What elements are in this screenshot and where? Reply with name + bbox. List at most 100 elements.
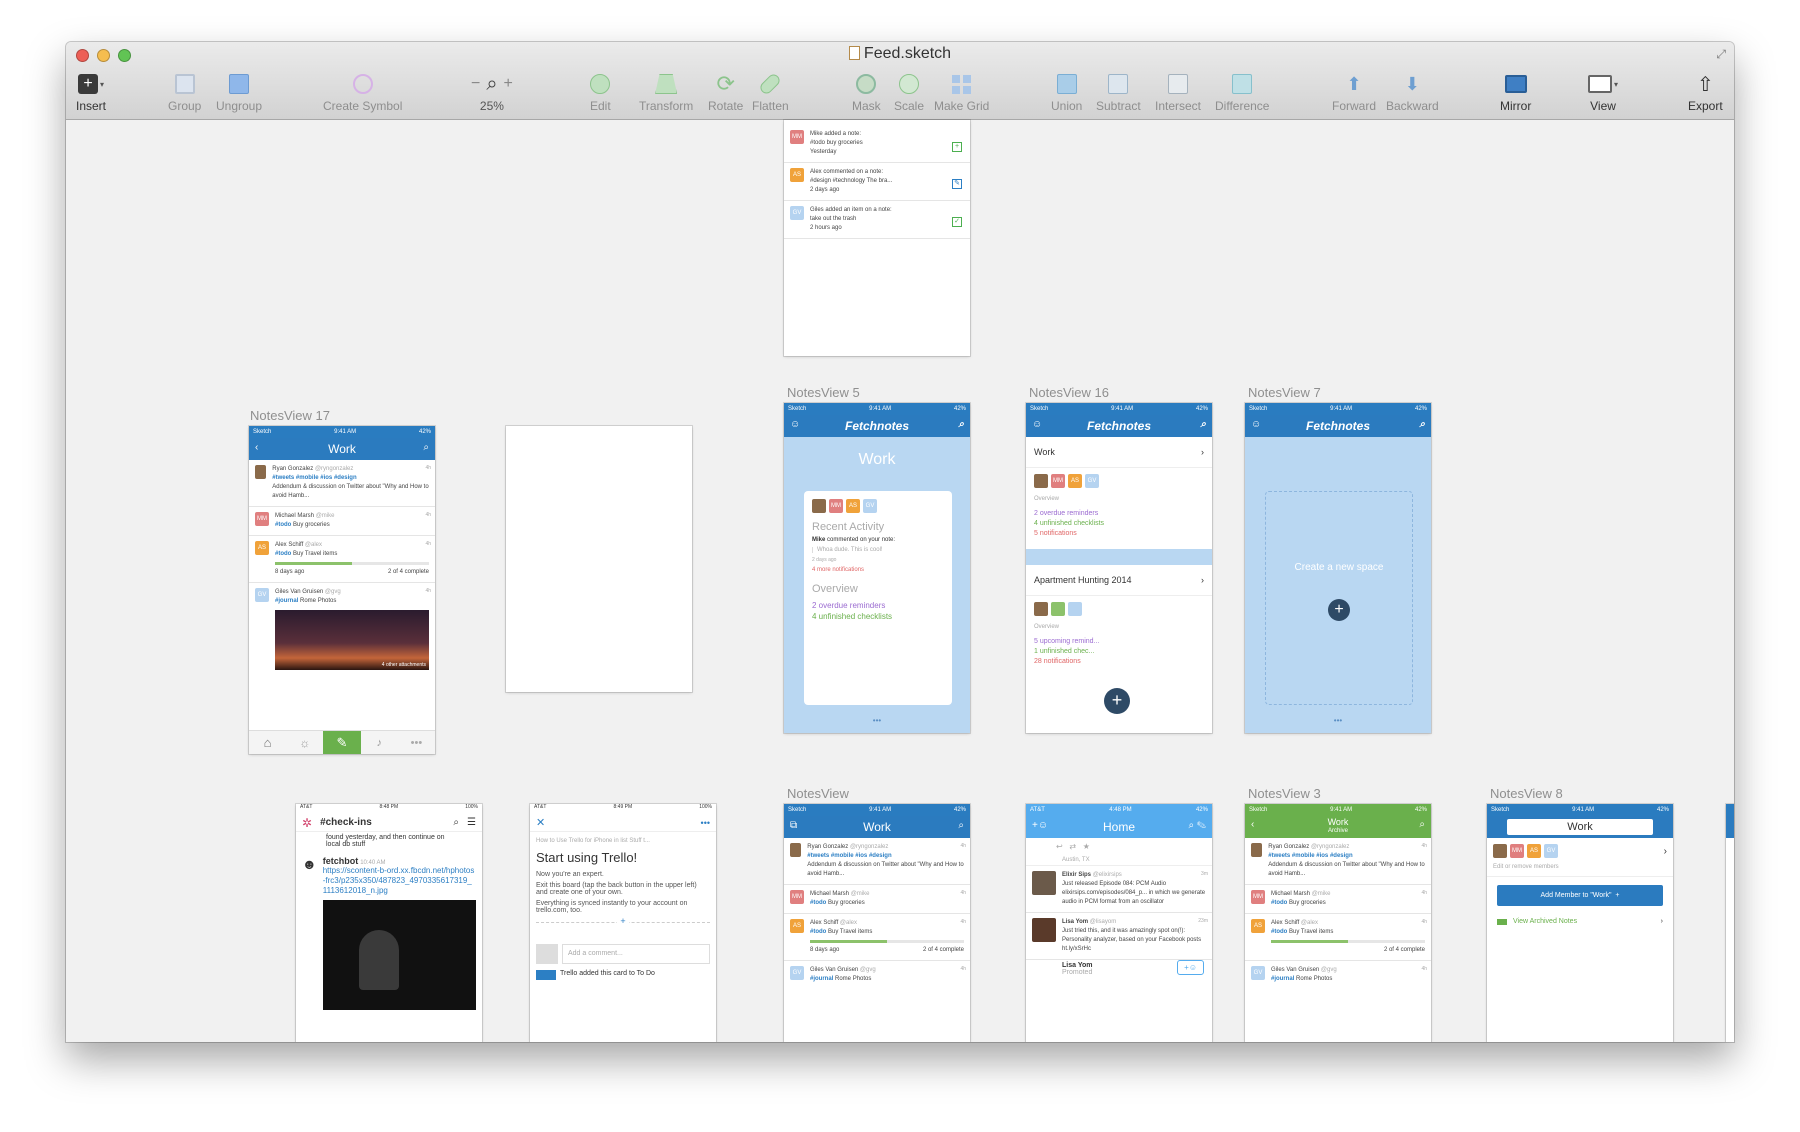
add-checklist-divider[interactable]: + xyxy=(536,916,710,932)
make-grid-button[interactable]: Make Grid xyxy=(934,72,989,113)
artboard-partial[interactable] xyxy=(1726,804,1734,1042)
list-icon[interactable]: ☰ xyxy=(467,817,476,828)
space-row[interactable]: Work › xyxy=(1026,437,1212,468)
artboard-blank[interactable] xyxy=(506,426,692,692)
list-item[interactable]: GV Giles Van Gruisen @gvg #journal Rome Ph… xyxy=(784,961,970,989)
promoted-account[interactable]: Lisa Yom Promoted +☺ xyxy=(1026,960,1212,978)
artboard-activity[interactable]: MM Mike added a note: #todo buy grocerie… xyxy=(784,120,970,356)
compose-icon[interactable]: ⌕ ✎ xyxy=(1189,820,1207,831)
list-item[interactable]: Ryan Gonzalez @ryngonzalez #tweets #mobil… xyxy=(249,460,435,507)
artboard-label[interactable]: NotesView 5 xyxy=(787,385,860,400)
back-icon[interactable]: ‹ xyxy=(255,442,258,453)
sun-icon[interactable]: ☼ xyxy=(286,731,323,754)
artboard-label[interactable]: NotesView 17 xyxy=(250,408,330,423)
more-icon[interactable]: ••• xyxy=(398,731,435,754)
export-button[interactable]: ⇧ Export xyxy=(1688,72,1723,114)
transform-button[interactable]: Transform xyxy=(639,72,693,113)
artboard-trello[interactable]: AT&T 8:49 PM 100% ✕ ••• How to Use Trello f… xyxy=(530,804,716,1042)
search-icon[interactable]: ⌕ xyxy=(423,442,429,453)
search-icon[interactable]: ⌕ xyxy=(453,817,459,828)
list-item[interactable]: AS Alex Schiff @alex #todo Buy Travel item… xyxy=(249,536,435,583)
artboard-notesview-7[interactable]: Sketch 9:41 AM 42% ☺ Fetchnotes ⌕ Create a n… xyxy=(1245,403,1431,733)
list-item[interactable]: MM Michael Marsh @mike #todo Buy groceries… xyxy=(784,885,970,914)
search-icon[interactable]: ⌕ xyxy=(1419,419,1425,430)
artboard-notesview-3[interactable]: Sketch 9:41 AM 42% ‹ Work Archive ⌕ Ryan Gonz… xyxy=(1245,804,1431,1042)
space-row[interactable]: Apartment Hunting 2014 › xyxy=(1026,565,1212,596)
backward-button[interactable]: ⬇ Backward xyxy=(1386,72,1439,114)
artboard-label[interactable]: NotesView 3 xyxy=(1248,786,1321,801)
back-icon[interactable]: ‹ xyxy=(1251,820,1254,830)
intersect-button[interactable]: Intersect xyxy=(1155,72,1201,113)
ungroup-button[interactable]: Ungroup xyxy=(216,72,262,113)
more-icon[interactable]: ••• xyxy=(701,818,710,828)
list-item[interactable]: MM Mike added a note: #todo buy grocerie… xyxy=(784,120,970,163)
difference-button[interactable]: Difference xyxy=(1215,72,1269,113)
list-item[interactable]: AS Alex commented on a note: #design #te… xyxy=(784,163,970,201)
view-archived-row[interactable]: View Archived Notes › xyxy=(1487,914,1673,929)
artboard-notesview-16[interactable]: Sketch 9:41 AM 42% ☺ Fetchnotes ⌕ Work › MM AS… xyxy=(1026,403,1212,733)
list-item[interactable]: GV Giles Van Gruisen @gvg #journal Rome Ph… xyxy=(249,583,435,675)
artboard-twitter[interactable]: AT&T 4:48 PM 42% +☺ Home ⌕ ✎ ↩ ⇄ ★ Austin, T… xyxy=(1026,804,1212,1042)
tweet[interactable]: Lisa Yom @lisayom Just tried this, and it… xyxy=(1026,913,1212,960)
create-symbol-button[interactable]: Create Symbol xyxy=(323,72,402,113)
comment-input[interactable]: Add a comment... xyxy=(562,944,710,964)
add-fab-button[interactable]: + xyxy=(1104,688,1130,714)
list-item[interactable]: MM Michael Marsh @mike #todo Buy groceries… xyxy=(1245,885,1431,914)
spaces-icon[interactable]: ⧉ xyxy=(790,820,797,831)
add-space-button[interactable]: + xyxy=(1328,599,1350,621)
photo[interactable] xyxy=(322,900,476,1010)
artboard-notesview-8[interactable]: Sketch 9:41 AM 42% Work MM AS GV › Edit or re… xyxy=(1487,804,1673,1042)
scale-button[interactable]: Scale xyxy=(894,72,924,113)
bell-icon[interactable]: ♪ xyxy=(361,731,398,754)
list-item[interactable]: GV Giles Van Gruisen @gvg #journal Rome Ph… xyxy=(1245,961,1431,989)
close-icon[interactable]: ✕ xyxy=(536,816,545,829)
list-item[interactable]: Ryan Gonzalez @ryngonzalez #tweets #mobil… xyxy=(784,838,970,885)
forward-button[interactable]: ⬆ Forward xyxy=(1332,72,1376,114)
mirror-button[interactable]: Mirror xyxy=(1500,72,1531,113)
artboard-label[interactable]: NotesView 16 xyxy=(1029,385,1109,400)
add-user-icon[interactable]: +☺ xyxy=(1032,820,1048,831)
view-button[interactable]: ▾ View xyxy=(1588,72,1618,113)
list-item[interactable]: Ryan Gonzalez @ryngonzalez #tweets #mobil… xyxy=(1245,838,1431,885)
fullscreen-icon[interactable]: ⤢ xyxy=(1716,47,1726,62)
artboard-label[interactable]: NotesView xyxy=(787,786,849,801)
zoom-out-icon[interactable]: − xyxy=(471,75,480,93)
artboard-slack[interactable]: AT&T 8:48 PM 100% ✲ #check-ins ⌕ ☰ found yest… xyxy=(296,804,482,1042)
insert-button[interactable]: + ▾ Insert xyxy=(76,72,106,113)
profile-icon[interactable]: ☺ xyxy=(790,419,800,430)
canvas[interactable]: MM Mike added a note: #todo buy grocerie… xyxy=(66,120,1734,1042)
zoom-in-icon[interactable]: + xyxy=(504,75,513,93)
list-item[interactable]: GV Giles added an item on a note: take o… xyxy=(784,201,970,239)
mask-button[interactable]: Mask xyxy=(852,72,881,113)
search-icon[interactable]: ⌕ xyxy=(1419,820,1425,830)
list-item[interactable]: AS Alex Schiff @alex #todo Buy Travel item… xyxy=(1245,914,1431,961)
home-icon[interactable]: ⌂ xyxy=(249,731,286,754)
add-member-button[interactable]: Add Member to "Work" + xyxy=(1497,885,1663,906)
compose-icon[interactable]: ✎ xyxy=(323,731,361,754)
members-row[interactable]: MM AS GV › xyxy=(1487,838,1673,864)
tweet[interactable]: Elixir Sips @elixirsips Just released Epi… xyxy=(1026,866,1212,913)
search-icon[interactable]: ⌕ xyxy=(1200,419,1206,430)
list-item[interactable]: MM Michael Marsh @mike #todo Buy groceries… xyxy=(249,507,435,536)
rotate-button[interactable]: ⟳ Rotate xyxy=(708,71,743,113)
zoom-control[interactable]: − ⌕ + 25% xyxy=(471,72,513,114)
artboard-notesview[interactable]: Sketch 9:41 AM 42% ⧉ Work ⌕ Ryan Gonzalez @r… xyxy=(784,804,970,1042)
search-icon[interactable]: ⌕ xyxy=(958,820,964,831)
new-space-card[interactable]: Create a new space + xyxy=(1265,491,1413,705)
union-button[interactable]: Union xyxy=(1051,72,1082,113)
flatten-button[interactable]: Flatten xyxy=(752,71,789,113)
message[interactable]: ☻ fetchbot 10:40 AM https://scontent-b-o… xyxy=(296,850,482,1016)
space-name-input[interactable]: Work xyxy=(1507,819,1653,835)
follow-button[interactable]: +☺ xyxy=(1177,960,1204,975)
space-card[interactable]: MM AS GV Recent Activity Mike commented on… xyxy=(804,491,952,705)
artboard-label[interactable]: NotesView 8 xyxy=(1490,786,1563,801)
artboard-notesview-17[interactable]: Sketch 9:41 AM 42% ‹ Work ⌕ Ryan Gonzalez @r… xyxy=(249,426,435,754)
list-item[interactable]: AS Alex Schiff @alex #todo Buy Travel item… xyxy=(784,914,970,961)
subtract-button[interactable]: Subtract xyxy=(1096,72,1141,113)
artboard-label[interactable]: NotesView 7 xyxy=(1248,385,1321,400)
photo-attachment[interactable]: 4 other attachments xyxy=(275,610,429,670)
artboard-notesview-5[interactable]: Sketch 9:41 AM 42% ☺ Fetchnotes ⌕ Work MM AS G… xyxy=(784,403,970,733)
profile-icon[interactable]: ☺ xyxy=(1251,419,1261,430)
group-button[interactable]: Group xyxy=(168,72,201,113)
profile-icon[interactable]: ☺ xyxy=(1032,419,1042,430)
